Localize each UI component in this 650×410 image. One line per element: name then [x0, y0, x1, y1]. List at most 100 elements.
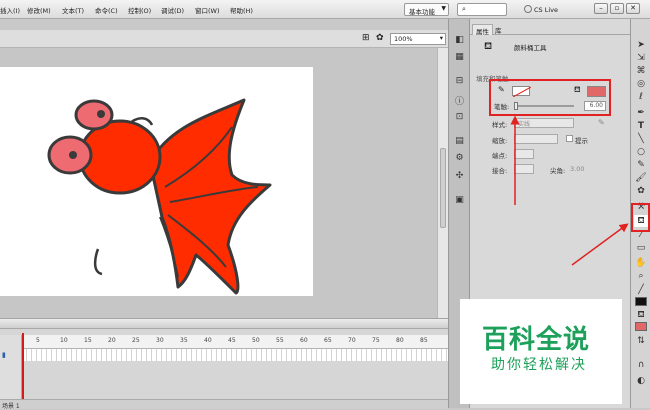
workspace-switcher[interactable]: 基本功能 ▼ — [404, 3, 449, 16]
menu-window[interactable]: 窗口(W) — [195, 5, 220, 15]
fill-color-icon: ⛾ — [637, 310, 645, 320]
frame-tick: 40 — [204, 337, 212, 344]
timeline-ruler[interactable]: 5 10 15 20 25 30 35 40 45 50 55 60 65 70… — [22, 335, 448, 349]
tab-properties[interactable]: 属性 — [472, 24, 493, 36]
text-tool-icon[interactable]: T — [634, 120, 648, 132]
cap-select[interactable] — [514, 149, 534, 159]
fish-eye-top — [74, 99, 114, 131]
stage-scrollbar[interactable] — [437, 48, 448, 318]
layer-icon: ▮ — [2, 351, 6, 359]
frame-tick: 70 — [348, 337, 356, 344]
tab-library[interactable]: 库 — [492, 24, 505, 35]
edit-symbols-icon[interactable]: ⊞ — [362, 33, 370, 43]
scale-select[interactable] — [514, 134, 558, 144]
scene-label: 场景 1 — [2, 403, 20, 410]
frame-tick: 80 — [396, 337, 404, 344]
pen-tool-icon[interactable]: ✒ — [634, 107, 648, 119]
join-label: 接合: — [492, 167, 508, 175]
code-snippets-icon[interactable]: ▤ — [453, 136, 466, 148]
edit-scene-icon[interactable]: ✿ — [376, 33, 384, 43]
search-icon: ⌕ — [462, 5, 466, 13]
frame-tick: 65 — [324, 337, 332, 344]
cs-live-button[interactable]: CS Live — [524, 5, 558, 14]
watermark-subtitle: 助你轻松解决 — [491, 357, 587, 373]
annotation-highlight-box — [489, 79, 611, 116]
menu-commands[interactable]: 命令(C) — [95, 5, 118, 15]
3d-rotation-tool-icon[interactable]: ◎ — [634, 78, 648, 90]
subselection-tool-icon[interactable]: ⇲ — [634, 52, 648, 64]
snap-to-objects-icon[interactable]: ∩ — [634, 359, 648, 371]
timeline-header — [0, 319, 448, 329]
swap-colors-icon[interactable]: ⇅ — [634, 335, 648, 347]
frame-tick: 10 — [60, 337, 68, 344]
stroke-color-icon: ╱ — [638, 285, 644, 295]
menu-text[interactable]: 文本(T) — [62, 5, 84, 15]
frame-tick: 50 — [252, 337, 260, 344]
stage[interactable] — [0, 67, 313, 296]
motion-presets-icon[interactable]: ✣ — [453, 171, 466, 183]
minimize-button[interactable]: – — [594, 3, 608, 14]
properties-panel: 属性 库 ⛾ 颜料桶工具 填充和笔触 ✎ ⛾ 笔触: 6.00 样式: 实线 ✎… — [460, 19, 630, 408]
components-panel-icon[interactable]: ⚙ — [453, 153, 466, 165]
zoom-tool-icon[interactable]: ⌕ — [634, 270, 648, 282]
miter-label: 尖角: — [550, 167, 566, 175]
color-panel-icon[interactable]: ◧ — [453, 35, 466, 47]
frame-tick: 20 — [108, 337, 116, 344]
edit-stroke-style-icon[interactable]: ✎ — [598, 118, 605, 127]
free-transform-tool-icon[interactable]: ⌘ — [634, 65, 648, 77]
align-panel-icon[interactable]: ⊟ — [453, 76, 466, 88]
menu-insert[interactable]: 插入(I) — [0, 5, 20, 15]
playhead[interactable] — [22, 333, 24, 409]
frame-tick: 30 — [156, 337, 164, 344]
history-panel-icon[interactable]: ▣ — [453, 195, 466, 207]
bottom-fin — [93, 248, 103, 276]
lasso-tool-icon[interactable]: ℓ — [634, 91, 648, 103]
close-button[interactable]: ✕ — [626, 3, 640, 14]
style-label: 样式: — [492, 121, 508, 129]
timeline-frames[interactable] — [22, 349, 448, 361]
menu-modify[interactable]: 修改(M) — [27, 5, 51, 15]
stroke-color-chip[interactable] — [635, 297, 647, 306]
frame-tick: 25 — [132, 337, 140, 344]
info-panel-icon[interactable]: ⓘ — [453, 94, 466, 107]
layer-list[interactable]: ▮ — [0, 335, 22, 409]
hand-tool-icon[interactable]: ✋ — [634, 257, 648, 269]
paint-bucket-icon: ⛾ — [484, 41, 493, 52]
chevron-down-icon: ▼ — [441, 5, 446, 12]
frame-tick: 60 — [300, 337, 308, 344]
smooth-icon[interactable]: ◐ — [634, 375, 648, 387]
frame-tick: 55 — [276, 337, 284, 344]
search-input[interactable]: ⌕ — [457, 3, 507, 16]
scale-label: 缩放: — [492, 137, 508, 145]
join-select[interactable] — [514, 164, 534, 174]
menu-debug[interactable]: 调试(D) — [161, 5, 184, 15]
eraser-tool-icon[interactable]: ▭ — [634, 242, 648, 254]
line-tool-icon[interactable]: ╲ — [634, 133, 648, 145]
selection-tool-icon[interactable]: ➤ — [634, 39, 648, 51]
pencil-tool-icon[interactable]: ✎ — [634, 159, 648, 171]
transform-panel-icon[interactable]: ⊡ — [453, 112, 466, 124]
goldfish-drawing — [47, 98, 272, 295]
menu-control[interactable]: 控制(O) — [128, 5, 151, 15]
watermark: 百科全说 助你轻松解决 — [460, 299, 622, 404]
tail-fin — [148, 98, 272, 295]
brush-tool-icon[interactable]: 🖌 — [634, 172, 648, 184]
fill-color-chip[interactable] — [635, 322, 647, 331]
style-select[interactable]: 实线 — [514, 118, 574, 128]
cs-live-icon — [524, 5, 532, 13]
hinting-checkbox[interactable] — [566, 135, 573, 142]
style-value: 实线 — [514, 118, 574, 128]
chevron-down-icon: ▾ — [439, 34, 443, 42]
zoom-select[interactable]: 100% ▾ — [390, 33, 446, 45]
hinting-label: 提示 — [575, 137, 588, 145]
deco-tool-icon[interactable]: ✿ — [634, 185, 648, 197]
swatches-panel-icon[interactable]: ▦ — [453, 52, 466, 64]
frame-tick: 5 — [36, 337, 40, 344]
maximize-button[interactable]: ▫ — [610, 3, 624, 14]
scrollbar-thumb[interactable] — [440, 148, 446, 228]
frame-tick: 75 — [372, 337, 380, 344]
menu-help[interactable]: 帮助(H) — [230, 5, 253, 15]
miter-value[interactable]: 3.00 — [570, 165, 584, 173]
rectangle-tool-icon[interactable]: ○ — [634, 146, 648, 158]
tools-panel: ➤ ⇲ ⌘ ◎ ℓ ✒ T ╲ ○ ✎ 🖌 ✿ ⚒ ⛾ ⁄ ▭ ✋ ⌕ ╱ ⛾ … — [630, 19, 650, 408]
